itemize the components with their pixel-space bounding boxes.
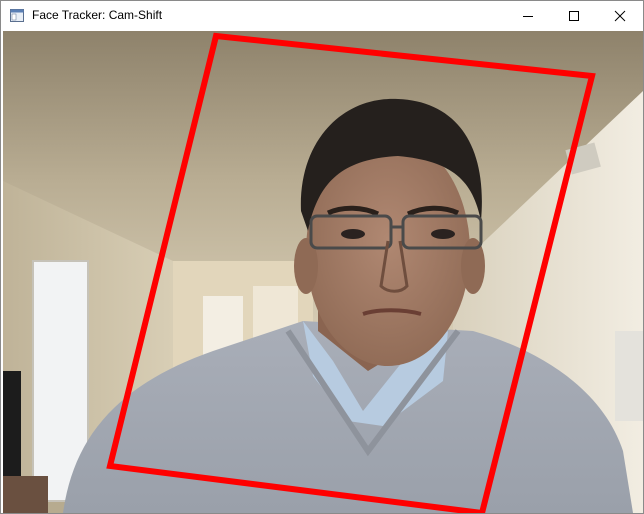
title-bar[interactable]: Face Tracker: Cam-Shift bbox=[1, 1, 643, 31]
video-scene bbox=[3, 31, 643, 513]
minimize-button[interactable] bbox=[505, 1, 551, 31]
minimize-icon bbox=[523, 16, 533, 17]
window-app-icon bbox=[10, 9, 24, 22]
camera-frame bbox=[3, 31, 643, 513]
app-window: Face Tracker: Cam-Shift bbox=[0, 0, 644, 514]
maximize-button[interactable] bbox=[551, 1, 597, 31]
maximize-icon bbox=[569, 11, 579, 21]
close-button[interactable] bbox=[597, 1, 643, 31]
window-title: Face Tracker: Cam-Shift bbox=[32, 8, 163, 22]
close-icon bbox=[614, 10, 626, 22]
